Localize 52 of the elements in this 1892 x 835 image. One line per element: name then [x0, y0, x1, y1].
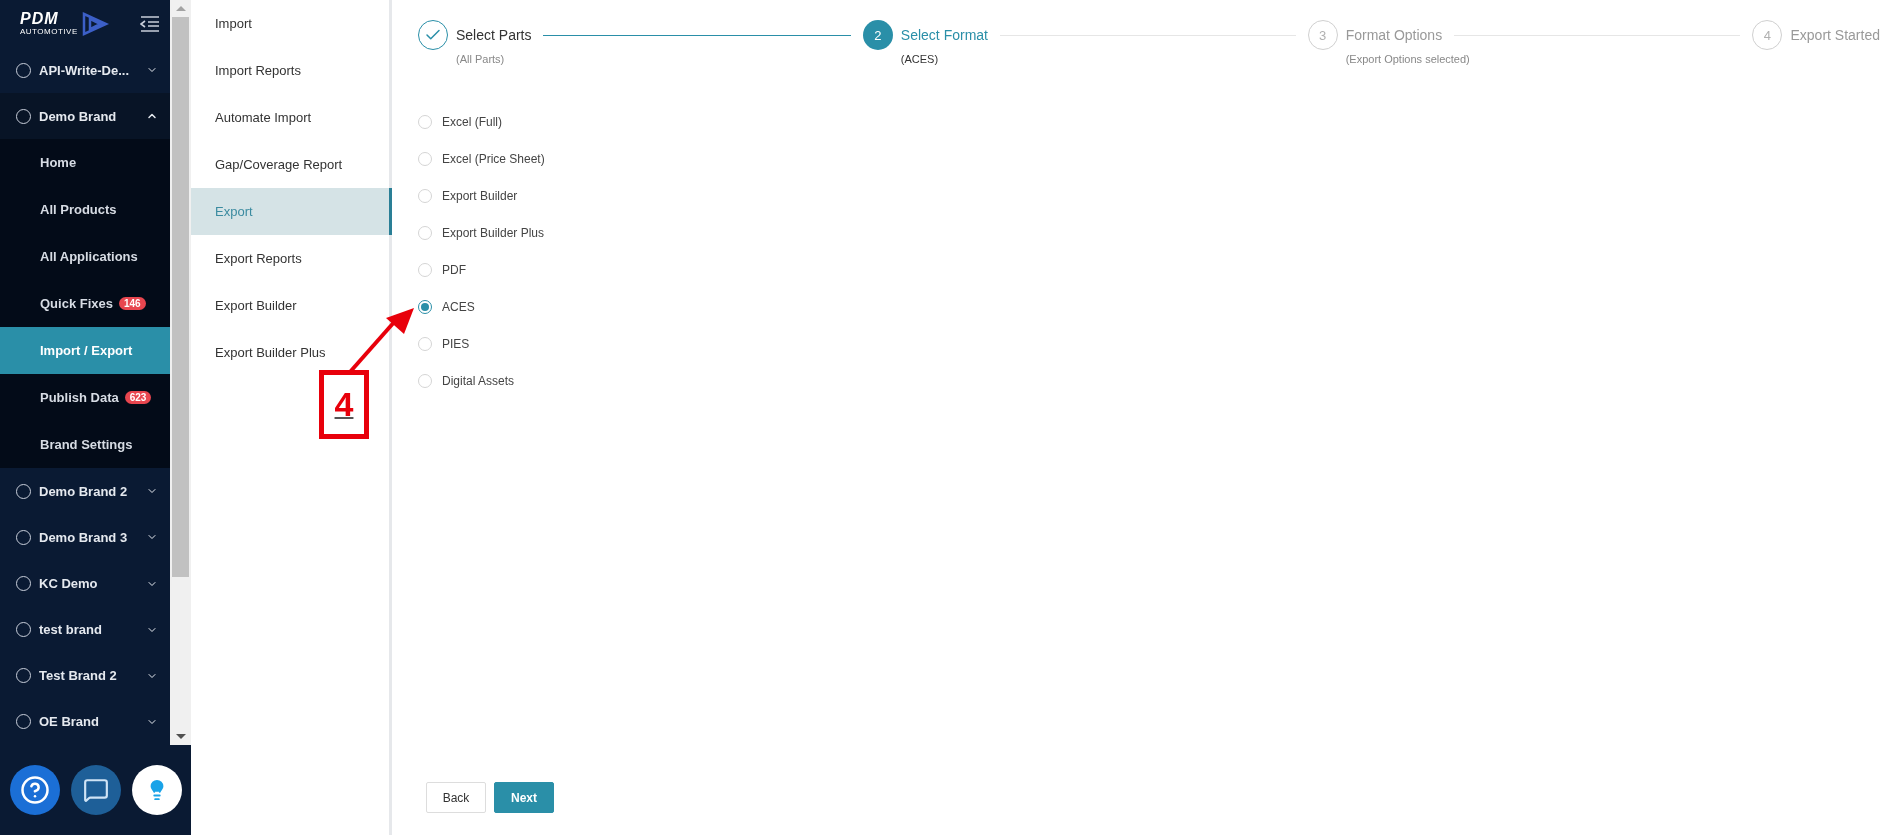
nav-item[interactable]: Publish Data 623: [0, 374, 170, 422]
nav-item[interactable]: Home: [0, 139, 170, 187]
nav-item[interactable]: Import / Export: [0, 327, 170, 375]
format-label: Excel (Full): [442, 114, 502, 129]
logo-tagline: AUTOMOTIVE: [20, 27, 78, 37]
next-button[interactable]: Next: [494, 782, 554, 813]
brand-item[interactable]: test brand: [0, 606, 170, 653]
menu-collapse-icon[interactable]: [140, 15, 160, 32]
subnav-item[interactable]: Export Builder: [191, 282, 392, 329]
format-label: Export Builder: [442, 188, 518, 203]
step-title: Format Options: [1345, 27, 1443, 43]
step-number: 2: [862, 20, 893, 50]
subnav-item[interactable]: Import Reports: [191, 47, 392, 94]
brand-item[interactable]: API-Write-De...: [0, 47, 170, 94]
nav-item[interactable]: Quick Fixes 146: [0, 280, 170, 328]
count-badge: 146: [119, 297, 146, 311]
lightbulb-button[interactable]: [131, 765, 182, 815]
nav-item[interactable]: All Applications: [0, 233, 170, 281]
step-title: Export Started: [1790, 27, 1880, 43]
format-label: PIES: [442, 336, 470, 351]
format-label: PDF: [442, 262, 466, 277]
chat-icon: [82, 777, 109, 803]
chat-button[interactable]: [70, 765, 121, 815]
brand-item[interactable]: KC Demo: [0, 560, 170, 607]
format-label: Digital Assets: [442, 373, 515, 388]
nav-item[interactable]: Brand Settings: [0, 421, 170, 469]
brand-item[interactable]: Test Brand 2: [0, 652, 170, 699]
help-icon: [19, 775, 50, 805]
subnav-item[interactable]: Gap/Coverage Report: [191, 141, 392, 188]
brand-item[interactable]: Demo Brand 3: [0, 514, 170, 561]
step-subtitle: (ACES): [900, 53, 940, 65]
subnav-item[interactable]: Export Reports: [191, 235, 392, 282]
step-title: Select Parts: [456, 27, 532, 43]
step-subtitle: (Export Options selected): [1345, 53, 1471, 65]
scrollbar[interactable]: [170, 0, 191, 745]
brand-item[interactable]: Demo Brand: [0, 93, 170, 140]
format-label: Export Builder Plus: [442, 225, 545, 240]
nav-item[interactable]: All Products: [0, 186, 170, 234]
logo-name: PDM: [20, 11, 60, 28]
subnav-item[interactable]: Import: [191, 0, 392, 47]
back-button[interactable]: Back: [426, 782, 486, 813]
format-label: ACES: [442, 299, 475, 314]
play-triangle-logo-icon: [81, 11, 110, 36]
brand-item[interactable]: Demo Brand 2: [0, 468, 170, 515]
step-title: Select Format: [900, 27, 988, 43]
help-button[interactable]: [9, 765, 60, 815]
brand-item[interactable]: OE Brand: [0, 698, 170, 745]
format-label: Excel (Price Sheet): [442, 151, 545, 166]
count-badge: 623: [124, 391, 152, 405]
step-subtitle: (All Parts): [456, 53, 506, 65]
subnav-item[interactable]: Automate Import: [191, 94, 392, 141]
callout-box: 4: [319, 370, 369, 439]
